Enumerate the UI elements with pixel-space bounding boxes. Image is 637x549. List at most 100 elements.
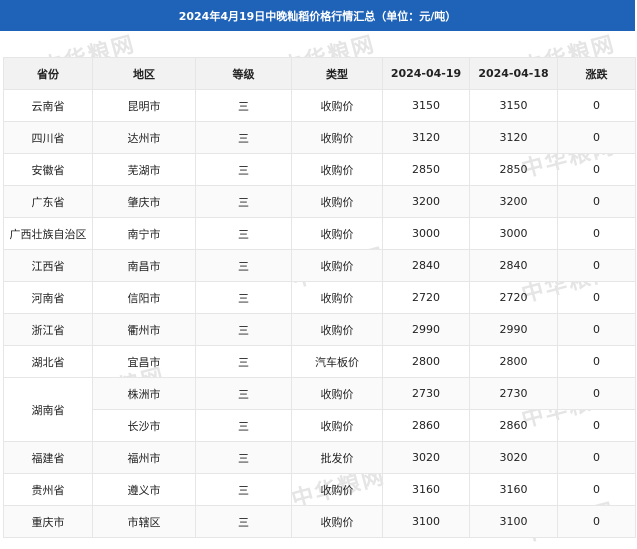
cell-price-today: 3160 — [382, 473, 470, 506]
table-row: 云南省 昆明市 三 收购价 3150 3150 0 — [3, 89, 636, 122]
cell-change: 0 — [557, 249, 636, 282]
cell-region: 昆明市 — [92, 89, 196, 122]
price-table: 省份 地区 等级 类型 2024-04-19 2024-04-18 涨跌 云南省… — [3, 57, 636, 538]
table-row: 广东省 肇庆市 三 收购价 3200 3200 0 — [3, 185, 636, 218]
cell-type: 收购价 — [291, 153, 383, 186]
table-row: 江西省 南昌市 三 收购价 2840 2840 0 — [3, 249, 636, 282]
cell-grade: 三 — [195, 121, 292, 154]
cell-region: 衢州市 — [92, 313, 196, 346]
cell-grade: 三 — [195, 505, 292, 538]
cell-price-today: 2990 — [382, 313, 470, 346]
cell-type: 收购价 — [291, 185, 383, 218]
cell-type: 收购价 — [291, 121, 383, 154]
cell-grade: 三 — [195, 377, 292, 410]
cell-price-prev: 3150 — [469, 89, 558, 122]
header-grade: 等级 — [195, 57, 292, 90]
cell-change: 0 — [557, 345, 636, 378]
cell-price-prev: 3000 — [469, 217, 558, 250]
cell-price-today: 2730 — [382, 377, 470, 410]
cell-change: 0 — [557, 121, 636, 154]
cell-price-prev: 2850 — [469, 153, 558, 186]
cell-type: 收购价 — [291, 281, 383, 314]
table-row: 贵州省 遵义市 三 收购价 3160 3160 0 — [3, 473, 636, 506]
cell-province: 贵州省 — [3, 473, 93, 506]
cell-type: 收购价 — [291, 409, 383, 442]
cell-type: 收购价 — [291, 217, 383, 250]
cell-province: 河南省 — [3, 281, 93, 314]
cell-region: 南宁市 — [92, 217, 196, 250]
cell-province: 四川省 — [3, 121, 93, 154]
cell-grade: 三 — [195, 441, 292, 474]
cell-type: 收购价 — [291, 89, 383, 122]
table-header-row: 省份 地区 等级 类型 2024-04-19 2024-04-18 涨跌 — [3, 57, 636, 90]
cell-province: 广西壮族自治区 — [3, 217, 93, 250]
cell-grade: 三 — [195, 313, 292, 346]
cell-region: 遵义市 — [92, 473, 196, 506]
cell-price-today: 2850 — [382, 153, 470, 186]
cell-price-prev: 2720 — [469, 281, 558, 314]
header-province: 省份 — [3, 57, 93, 90]
table-row: 四川省 达州市 三 收购价 3120 3120 0 — [3, 121, 636, 154]
cell-price-prev: 2730 — [469, 377, 558, 410]
cell-province: 广东省 — [3, 185, 93, 218]
table-row: 重庆市 市辖区 三 收购价 3100 3100 0 — [3, 505, 636, 538]
cell-grade: 三 — [195, 217, 292, 250]
cell-grade: 三 — [195, 473, 292, 506]
cell-price-today: 3150 — [382, 89, 470, 122]
table-row: 安徽省 芜湖市 三 收购价 2850 2850 0 — [3, 153, 636, 186]
table-row: 广西壮族自治区 南宁市 三 收购价 3000 3000 0 — [3, 217, 636, 250]
cell-change: 0 — [557, 377, 636, 410]
cell-price-prev: 2990 — [469, 313, 558, 346]
table-title: 2024年4月19日中晚籼稻价格行情汇总（单位：元/吨） — [0, 0, 635, 31]
cell-price-prev: 3200 — [469, 185, 558, 218]
cell-region: 宜昌市 — [92, 345, 196, 378]
cell-price-today: 3000 — [382, 217, 470, 250]
table-row: 湖南省 株洲市 三 收购价 2730 2730 0 — [3, 377, 636, 442]
cell-province: 云南省 — [3, 89, 93, 122]
cell-type: 收购价 — [291, 313, 383, 346]
cell-grade: 三 — [195, 153, 292, 186]
cell-price-today: 2860 — [382, 409, 470, 442]
cell-province: 湖南省 — [3, 377, 93, 442]
cell-province: 江西省 — [3, 249, 93, 282]
table-row: 长沙市 三 收购价 2860 2860 0 — [4, 409, 636, 442]
cell-province: 湖北省 — [3, 345, 93, 378]
cell-price-prev: 2840 — [469, 249, 558, 282]
table-row: 浙江省 衢州市 三 收购价 2990 2990 0 — [3, 313, 636, 346]
cell-price-prev: 2860 — [469, 409, 558, 442]
cell-price-today: 2800 — [382, 345, 470, 378]
cell-grade: 三 — [195, 89, 292, 122]
cell-region: 株洲市 — [92, 377, 196, 410]
cell-type: 汽车板价 — [291, 345, 383, 378]
cell-type: 批发价 — [291, 441, 383, 474]
cell-change: 0 — [557, 217, 636, 250]
cell-grade: 三 — [195, 249, 292, 282]
cell-type: 收购价 — [291, 377, 383, 410]
cell-price-today: 3020 — [382, 441, 470, 474]
cell-change: 0 — [557, 473, 636, 506]
cell-region: 芜湖市 — [92, 153, 196, 186]
cell-region: 南昌市 — [92, 249, 196, 282]
table-row: 河南省 信阳市 三 收购价 2720 2720 0 — [3, 281, 636, 314]
cell-type: 收购价 — [291, 473, 383, 506]
cell-price-today: 2840 — [382, 249, 470, 282]
cell-price-today: 3120 — [382, 121, 470, 154]
cell-price-prev: 3120 — [469, 121, 558, 154]
cell-province: 重庆市 — [3, 505, 93, 538]
cell-province: 福建省 — [3, 441, 93, 474]
header-change: 涨跌 — [557, 57, 636, 90]
cell-change: 0 — [557, 313, 636, 346]
cell-change: 0 — [557, 441, 636, 474]
cell-price-prev: 3100 — [469, 505, 558, 538]
cell-change: 0 — [557, 409, 636, 442]
table-row: 湖北省 宜昌市 三 汽车板价 2800 2800 0 — [3, 345, 636, 378]
cell-province: 浙江省 — [3, 313, 93, 346]
cell-type: 收购价 — [291, 505, 383, 538]
cell-price-today: 3200 — [382, 185, 470, 218]
cell-price-prev: 3020 — [469, 441, 558, 474]
cell-change: 0 — [557, 185, 636, 218]
cell-change: 0 — [557, 281, 636, 314]
cell-price-prev: 3160 — [469, 473, 558, 506]
cell-change: 0 — [557, 505, 636, 538]
cell-change: 0 — [557, 153, 636, 186]
